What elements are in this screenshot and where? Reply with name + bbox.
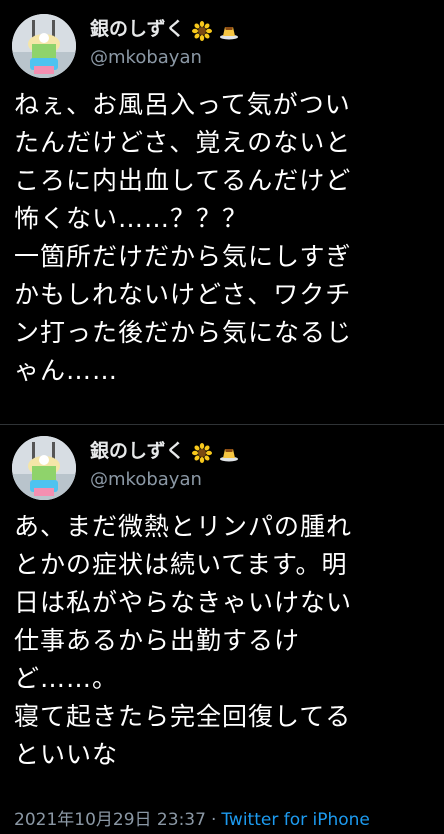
tweet-2[interactable]: 銀のしずく @mkobayan あ、まだ微熱とリンパの腫れ とかの症状は続いてま… — [0, 426, 444, 834]
handle[interactable]: @mkobayan — [90, 469, 239, 491]
timestamp[interactable]: 2021年10月29日 23:37 — [14, 810, 206, 830]
display-name[interactable]: 銀のしずく — [90, 18, 185, 41]
avatar[interactable] — [12, 436, 76, 500]
meta-separator: · — [210, 810, 217, 830]
tweet-text: ねぇ、お風呂入って気がつい たんだけどさ、覚えのないと ころに内出血してるんだけ… — [14, 90, 353, 385]
pudding-emoji-icon — [219, 26, 238, 39]
tweet-1[interactable]: 銀のしずく @mkobayan ねぇ、お風呂入って気がつい たんだけどさ、覚えの… — [0, 0, 444, 426]
display-name[interactable]: 銀のしずく — [90, 440, 185, 463]
author-block: 銀のしずく @mkobayan — [90, 18, 239, 68]
author-block: 銀のしずく @mkobayan — [90, 440, 239, 490]
pudding-emoji-icon — [219, 448, 238, 461]
tweet-meta: 2021年10月29日 23:37 · Twitter for iPhone — [14, 805, 370, 830]
source-link[interactable]: Twitter for iPhone — [221, 810, 370, 830]
divider — [0, 424, 444, 425]
avatar[interactable] — [12, 14, 76, 78]
avatar-image — [12, 14, 76, 78]
sunflower-emoji-icon — [191, 442, 212, 463]
avatar-image — [12, 436, 76, 500]
tweet-text: あ、まだ微熱とリンパの腫れ とかの症状は続いてます。明 日は私がやらなきゃいけな… — [14, 512, 353, 769]
handle[interactable]: @mkobayan — [90, 47, 239, 69]
sunflower-emoji-icon — [191, 20, 212, 41]
